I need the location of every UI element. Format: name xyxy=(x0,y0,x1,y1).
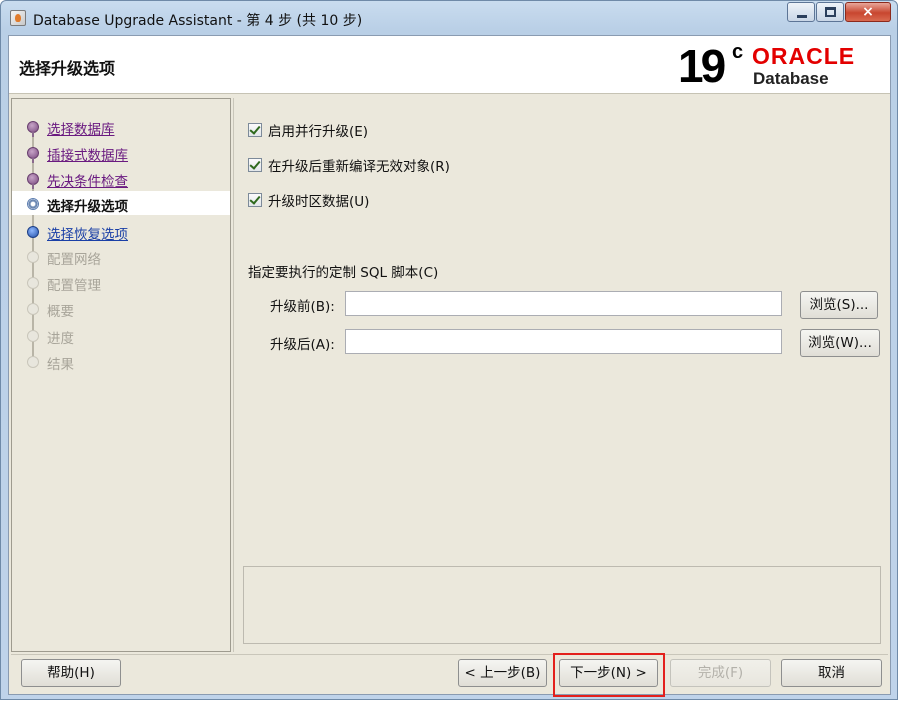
finish-button: 完成(F) xyxy=(670,659,771,687)
oracle-19c-logo: 19 c ORACLE Database xyxy=(678,40,878,92)
recompile-invalid-checkbox[interactable] xyxy=(248,158,262,172)
step-label: 先决条件检查 xyxy=(47,174,128,190)
browse-before-button[interactable]: 浏览(S)... xyxy=(800,291,878,319)
custom-sql-label: 指定要执行的定制 SQL 脚本(C) xyxy=(248,265,439,281)
window-controls: × xyxy=(786,2,891,22)
maximize-icon xyxy=(825,7,836,17)
step-progress: 进度 xyxy=(12,323,230,347)
step-pending-icon xyxy=(27,251,39,263)
client-area: 选择升级选项 19 c ORACLE Database 选择数据库 插接式数据库… xyxy=(8,35,891,697)
step-done-icon xyxy=(27,173,39,189)
steps-sidebar: 选择数据库 插接式数据库 先决条件检查 选择升级选项 选择恢复选项 配置网络 配… xyxy=(11,98,231,652)
close-icon: × xyxy=(862,4,874,20)
recompile-invalid-label: 在升级后重新编译无效对象(R) xyxy=(268,159,450,175)
help-button[interactable]: 帮助(H) xyxy=(21,659,121,687)
step-pending-icon xyxy=(27,330,39,342)
step-label: 概要 xyxy=(47,304,74,320)
parallel-upgrade-label: 启用并行升级(E) xyxy=(268,124,369,140)
after-upgrade-label: 升级后(A): xyxy=(270,337,335,353)
before-upgrade-label: 升级前(B): xyxy=(270,299,335,315)
step-label: 配置网络 xyxy=(47,252,101,268)
after-upgrade-input[interactable] xyxy=(345,329,782,354)
footer-divider xyxy=(11,654,888,655)
recompile-invalid-option[interactable]: 在升级后重新编译无效对象(R) xyxy=(248,155,450,175)
step-configure-management: 配置管理 xyxy=(12,270,230,294)
step-current-icon xyxy=(27,198,39,210)
minimize-button[interactable] xyxy=(787,2,815,22)
step-label: 进度 xyxy=(47,331,74,347)
java-app-icon xyxy=(10,10,26,26)
next-button[interactable]: 下一步(N) > xyxy=(559,659,658,687)
step-label: 选择恢复选项 xyxy=(47,227,128,243)
step-recovery-options[interactable]: 选择恢复选项 xyxy=(12,219,230,243)
maximize-button[interactable] xyxy=(816,2,844,22)
browse-after-button[interactable]: 浏览(W)... xyxy=(800,329,880,357)
dbua-window: Database Upgrade Assistant - 第 4 步 (共 10… xyxy=(0,0,898,700)
cancel-button[interactable]: 取消 xyxy=(781,659,882,687)
message-area xyxy=(243,566,881,644)
step-pending-icon xyxy=(27,277,39,289)
parallel-upgrade-option[interactable]: 启用并行升级(E) xyxy=(248,120,368,140)
window-title: Database Upgrade Assistant - 第 4 步 (共 10… xyxy=(33,13,363,29)
step-pending-icon xyxy=(27,303,39,315)
step-next-icon xyxy=(27,226,39,238)
step-results: 结果 xyxy=(12,349,230,373)
logo-brand: ORACLE xyxy=(752,43,856,69)
step-label: 结果 xyxy=(47,357,74,373)
close-button[interactable]: × xyxy=(845,2,891,22)
minimize-icon xyxy=(797,15,807,18)
before-upgrade-input[interactable] xyxy=(345,291,782,316)
step-prerequisite-checks[interactable]: 先决条件检查 xyxy=(12,166,230,190)
timezone-upgrade-label: 升级时区数据(U) xyxy=(268,194,370,210)
step-pluggable-databases[interactable]: 插接式数据库 xyxy=(12,140,230,164)
step-done-icon xyxy=(27,121,39,137)
step-label: 插接式数据库 xyxy=(47,148,128,164)
logo-product: Database xyxy=(753,69,829,88)
title-bar[interactable]: Database Upgrade Assistant - 第 4 步 (共 10… xyxy=(1,1,897,35)
step-select-database[interactable]: 选择数据库 xyxy=(12,114,230,138)
logo-version: 19 xyxy=(678,40,726,92)
step-done-icon xyxy=(27,147,39,163)
options-panel: 启用并行升级(E) 在升级后重新编译无效对象(R) 升级时区数据(U) 指定要执… xyxy=(233,98,889,652)
page-header: 选择升级选项 19 c ORACLE Database xyxy=(9,36,890,94)
parallel-upgrade-checkbox[interactable] xyxy=(248,123,262,137)
step-summary: 概要 xyxy=(12,296,230,320)
step-pending-icon xyxy=(27,356,39,368)
step-configure-network: 配置网络 xyxy=(12,244,230,268)
timezone-upgrade-option[interactable]: 升级时区数据(U) xyxy=(248,190,369,210)
step-label: 选择数据库 xyxy=(47,122,115,138)
timezone-upgrade-checkbox[interactable] xyxy=(248,193,262,207)
logo-superscript: c xyxy=(732,41,744,63)
step-upgrade-options[interactable]: 选择升级选项 xyxy=(12,191,230,215)
step-label: 选择升级选项 xyxy=(47,199,128,215)
back-button[interactable]: < 上一步(B) xyxy=(458,659,547,687)
step-label: 配置管理 xyxy=(47,278,101,294)
page-title: 选择升级选项 xyxy=(19,59,116,78)
